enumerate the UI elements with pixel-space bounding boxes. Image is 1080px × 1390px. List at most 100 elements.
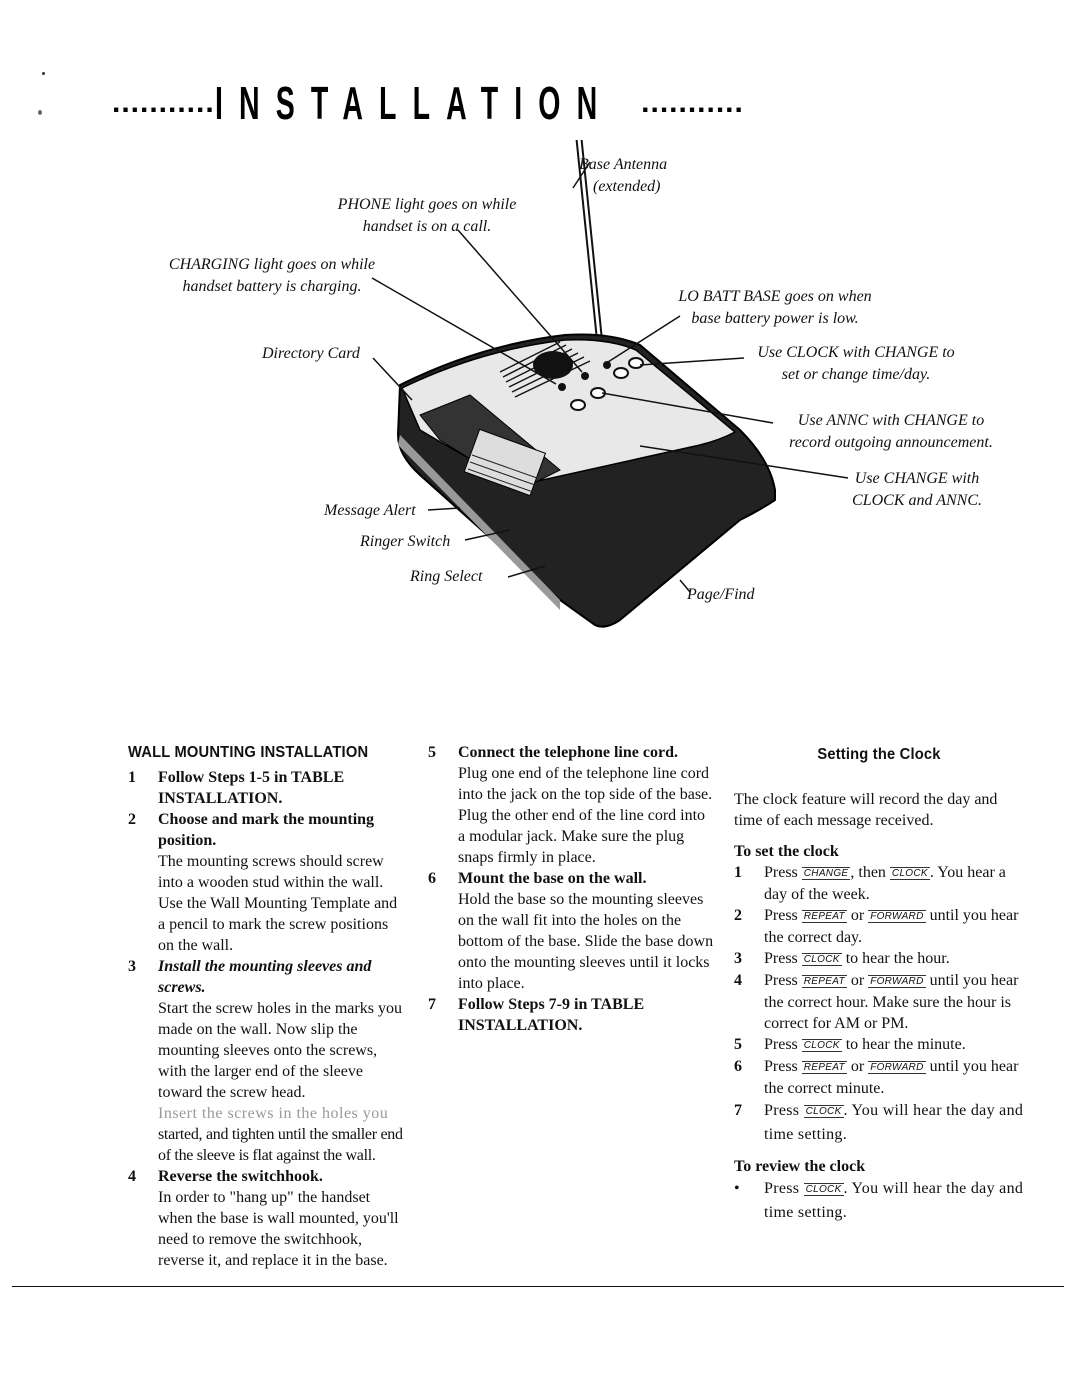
step-number: 3 — [128, 958, 136, 975]
step-text: started, and tighten until the smaller e… — [158, 1126, 403, 1164]
section-heading-wall-mounting: WALL MOUNTING INSTALLATION — [128, 744, 369, 761]
page-header: ........... INSTALLATION ........... — [112, 77, 1012, 129]
step-text: Press CLOCK to hear the hour. — [764, 950, 950, 967]
wall-step: 7 Follow Steps 7-9 in TABLE INSTALLATION… — [428, 994, 714, 1036]
clock-intro: The clock feature will record the day an… — [734, 791, 998, 829]
page-title: INSTALLATION — [214, 77, 614, 129]
step-number: 7 — [734, 1102, 742, 1119]
step-lead: Mount the base on the wall. — [458, 870, 647, 887]
clock-key-label: CLOCK — [803, 1105, 844, 1118]
leader-dots-right: ........... — [641, 86, 744, 119]
callout-text: handset battery is charging. — [182, 278, 362, 295]
base-unit-illustration: Base Antenna (extended) PHONE light goes… — [0, 140, 1080, 700]
callout-lo-batt-base: LO BATT BASE goes on when base battery p… — [660, 286, 890, 330]
clock-step: 3 Press CLOCK to hear the hour. — [734, 948, 1024, 970]
clock-step: 1 Press CHANGE, then CLOCK. You hear a d… — [734, 862, 1024, 905]
step-number: 7 — [428, 996, 436, 1013]
clock-step: 5 Press CLOCK to hear the minute. — [734, 1034, 1024, 1056]
step-lead: Install the mounting sleeves and screws. — [158, 958, 372, 996]
step-number: 5 — [734, 1036, 742, 1053]
wall-step: 1 Follow Steps 1-5 in TABLE INSTALLATION… — [128, 767, 408, 809]
step-text: Hold the base so the mounting sleeves on… — [458, 891, 714, 992]
step-number: 4 — [734, 972, 742, 989]
callout-text: Page/Find — [687, 586, 755, 603]
step-number: 5 — [428, 744, 436, 761]
step-text: Start the screw holes in the marks you m… — [158, 1000, 402, 1101]
scan-speck — [42, 72, 45, 75]
step-text: Press REPEAT or FORWARD until you hear t… — [764, 972, 1019, 1032]
step-text: Press CLOCK to hear the minute. — [764, 1036, 966, 1053]
step-text: Press CLOCK. You will hear the day and t… — [764, 1102, 1024, 1143]
clock-key-label: CLOCK — [803, 1183, 844, 1196]
callout-text: set or change time/day. — [781, 366, 931, 383]
callout-text: record outgoing announcement. — [789, 434, 993, 451]
step-number: 1 — [128, 769, 136, 786]
wall-mounting-column-2: 5 Connect the telephone line cord. Plug … — [428, 742, 714, 1036]
callout-annc-button: Use ANNC with CHANGE to record outgoing … — [777, 410, 1005, 454]
step-lead: Choose and mark the mounting position. — [158, 811, 375, 849]
wall-step: 6 Mount the base on the wall. Hold the b… — [428, 868, 714, 994]
step-text: In order to "hang up" the handset when t… — [158, 1189, 399, 1269]
callout-text: PHONE light goes on while — [337, 196, 517, 213]
step-number: 3 — [734, 950, 742, 967]
callout-phone-light: PHONE light goes on while handset is on … — [322, 194, 532, 238]
wall-mounting-column-1: WALL MOUNTING INSTALLATION 1 Follow Step… — [128, 742, 408, 1271]
callout-clock-button: Use CLOCK with CHANGE to set or change t… — [745, 342, 967, 386]
clock-review-step: • Press CLOCK. You will hear the day and… — [734, 1177, 1024, 1224]
step-text: Plug one end of the telephone line cord … — [458, 765, 713, 866]
bullet-icon: • — [734, 1180, 740, 1197]
clock-step: 7 Press CLOCK. You will hear the day and… — [734, 1099, 1024, 1146]
section-heading-setting-clock: Setting the Clock — [817, 746, 941, 763]
callout-base-antenna: Base Antenna (extended) — [579, 154, 667, 198]
repeat-key-label: REPEAT — [801, 975, 847, 988]
step-number: 6 — [428, 870, 436, 887]
step-lead: Reverse the switchhook. — [158, 1168, 323, 1185]
setting-the-clock-column: Setting the Clock The clock feature will… — [734, 742, 1024, 1224]
repeat-key-label: REPEAT — [801, 1061, 847, 1074]
step-text: The mounting screws should screw into a … — [158, 853, 398, 954]
callout-charging-light: CHARGING light goes on while handset bat… — [152, 254, 392, 298]
subheading-review-clock: To review the clock — [734, 1158, 866, 1175]
callout-text: (extended) — [593, 178, 661, 195]
forward-key-label: FORWARD — [868, 910, 926, 923]
callout-text: Base Antenna — [579, 156, 668, 173]
callout-text: LO BATT BASE goes on when — [678, 288, 872, 305]
step-text: Press REPEAT or FORWARD until you hear t… — [764, 1058, 1019, 1097]
clock-step: 2 Press REPEAT or FORWARD until you hear… — [734, 905, 1024, 948]
step-number: 2 — [734, 907, 742, 924]
clock-key-label: CLOCK — [889, 867, 930, 880]
step-lead: Connect the telephone line cord. — [458, 744, 678, 761]
step-text: Press CHANGE, then CLOCK. You hear a day… — [764, 864, 1006, 903]
wall-step: 2 Choose and mark the mounting position.… — [128, 809, 408, 956]
wall-step: 5 Connect the telephone line cord. Plug … — [428, 742, 714, 868]
step-number: 4 — [128, 1168, 136, 1185]
callout-directory-card: Directory Card — [262, 343, 360, 365]
step-number: 2 — [128, 811, 136, 828]
step-text: Press REPEAT or FORWARD until you hear t… — [764, 907, 1019, 946]
step-number: 1 — [734, 864, 742, 881]
step-lead: Follow Steps 7-9 in TABLE INSTALLATION. — [458, 996, 645, 1034]
step-number: 6 — [734, 1058, 742, 1075]
callout-text: handset is on a call. — [362, 218, 492, 235]
callout-text: CLOCK and ANNC. — [852, 492, 982, 509]
callout-text: CHARGING light goes on while — [168, 256, 376, 273]
callout-ringer-switch: Ringer Switch — [360, 531, 450, 553]
callout-page-find: Page/Find — [687, 584, 755, 606]
clock-key-label: CLOCK — [801, 1039, 842, 1052]
change-key-label: CHANGE — [801, 867, 851, 880]
page-bottom-rule — [12, 1286, 1064, 1287]
wall-step: 4 Reverse the switchhook. In order to "h… — [128, 1166, 408, 1271]
scan-speck — [38, 110, 42, 115]
step-lead: Follow Steps 1-5 in TABLE INSTALLATION. — [158, 769, 345, 807]
step-text-faded: Insert the screws in the holes you — [158, 1105, 389, 1122]
leader-dots-left: ........... — [112, 86, 215, 119]
callout-text: Ringer Switch — [360, 533, 451, 550]
forward-key-label: FORWARD — [868, 975, 926, 988]
callout-text: Use CHANGE with — [854, 470, 980, 487]
clock-step: 4 Press REPEAT or FORWARD until you hear… — [734, 970, 1024, 1034]
clock-step: 6 Press REPEAT or FORWARD until you hear… — [734, 1056, 1024, 1099]
callout-text: base battery power is low. — [691, 310, 859, 327]
callout-change-button: Use CHANGE with CLOCK and ANNC. — [842, 468, 992, 512]
callout-message-alert: Message Alert — [324, 500, 416, 522]
clock-key-label: CLOCK — [801, 953, 842, 966]
